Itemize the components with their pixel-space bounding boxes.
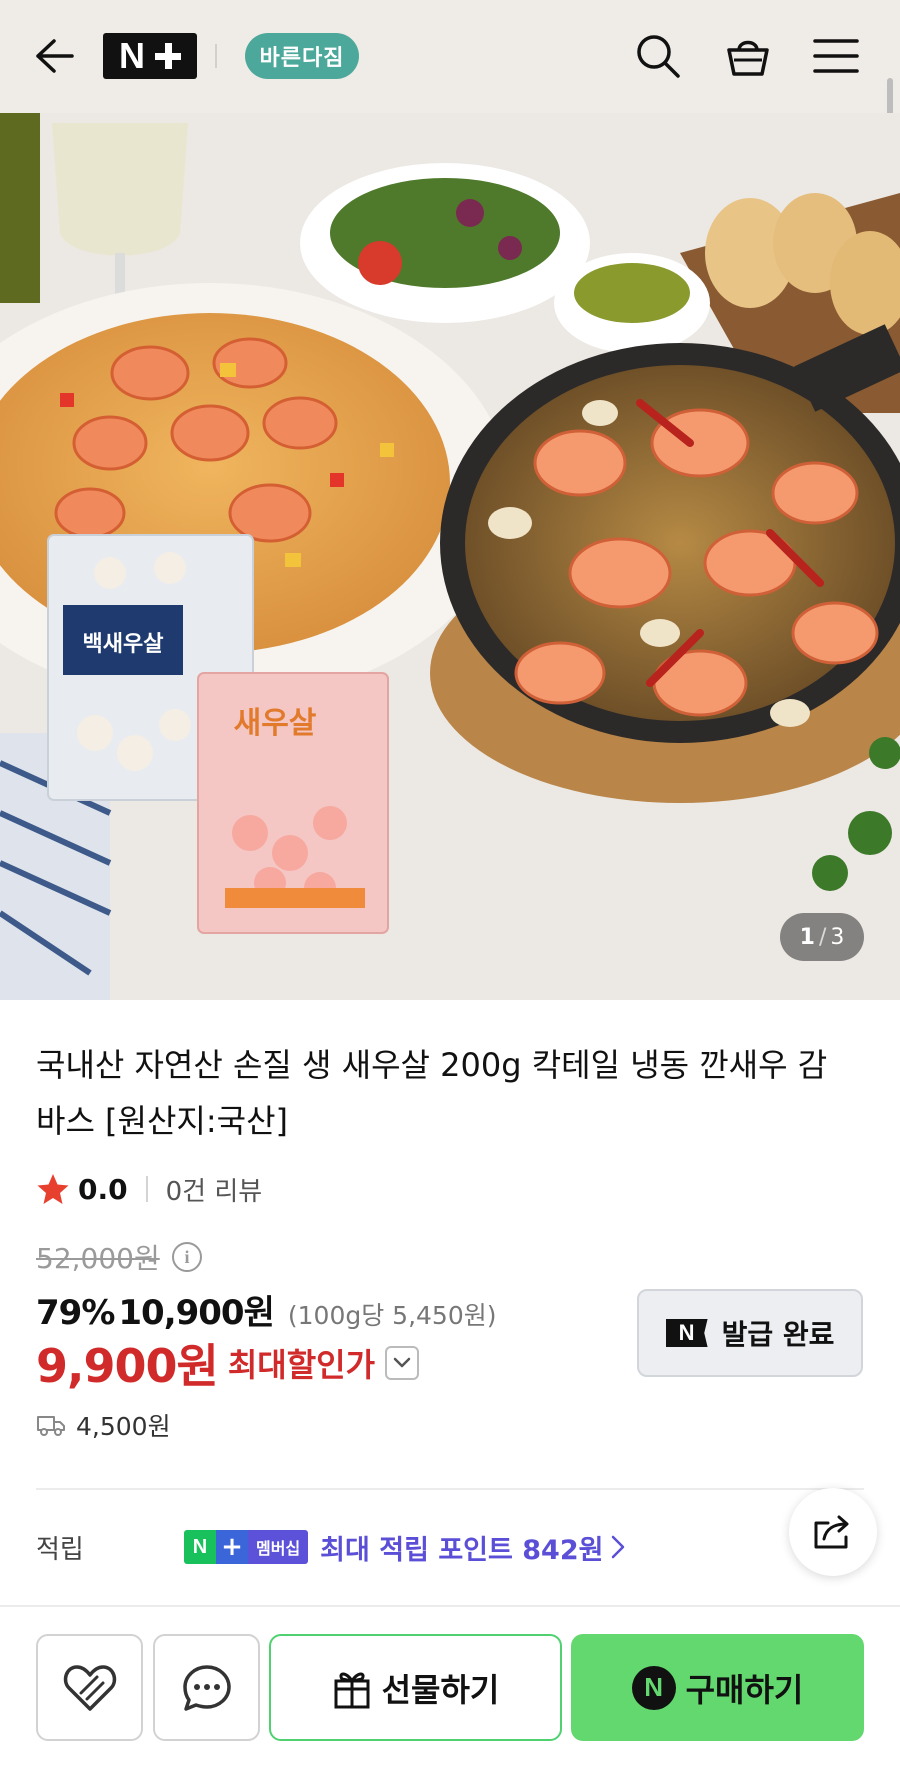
- chevron-down-icon: [393, 1357, 411, 1368]
- search-button[interactable]: [630, 28, 686, 84]
- naver-coupon-icon: N: [665, 1319, 708, 1347]
- search-icon: [637, 35, 680, 78]
- logo-plus: [155, 43, 181, 69]
- naver-plus-logo[interactable]: N: [103, 33, 197, 79]
- original-price: 52,000원: [36, 1242, 160, 1275]
- chat-bubble-icon: [182, 1664, 231, 1711]
- store-name-badge[interactable]: 바른다짐: [245, 33, 359, 79]
- product-image-carousel[interactable]: 백새우살 새우살 1 / 3: [0, 113, 900, 1000]
- unit-price: (100g당 5,450원): [287, 1301, 497, 1330]
- star-icon: [37, 1174, 69, 1204]
- menu-button[interactable]: [808, 28, 864, 84]
- image-counter: 1 / 3: [780, 913, 864, 961]
- max-discount-toggle[interactable]: [385, 1346, 420, 1380]
- delivery-truck-icon: [37, 1416, 65, 1436]
- shipping-row: 4,500원: [36, 1407, 171, 1443]
- top-header: N 바른다짐: [0, 0, 900, 113]
- max-discount-price: 9,900원: [36, 1339, 219, 1393]
- points-row[interactable]: 적립 N + 멤버십 최대 적립 포인트 842원: [36, 1525, 625, 1569]
- gift-button[interactable]: 선물하기: [269, 1634, 562, 1741]
- sale-price-row: 79% 10,900원 (100g당 5,450원): [36, 1285, 497, 1334]
- share-icon: [814, 1515, 849, 1549]
- heart-icon: [63, 1664, 116, 1711]
- max-points-link[interactable]: 최대 적립 포인트 842원: [320, 1528, 603, 1567]
- discount-rate: 79%: [36, 1293, 115, 1333]
- info-icon[interactable]: i: [172, 1242, 202, 1272]
- package-label-shrimp: 새우살: [234, 706, 317, 741]
- coupon-label: 발급 완료: [721, 1318, 835, 1351]
- wishlist-button[interactable]: [36, 1634, 143, 1741]
- review-count-link[interactable]: 0건 리뷰: [166, 1171, 263, 1208]
- section-divider: [36, 1488, 864, 1490]
- sale-price: 10,900원: [118, 1293, 274, 1333]
- membership-badge-n: N: [184, 1530, 216, 1564]
- rating-row[interactable]: 0.0 0건 리뷰: [36, 1169, 262, 1209]
- membership-badge-text: 멤버십: [248, 1530, 309, 1564]
- shopping-basket-icon: [727, 40, 769, 76]
- max-discount-row: 9,900원 최대할인가: [36, 1330, 420, 1396]
- max-discount-label: 최대할인가: [227, 1346, 376, 1384]
- gift-label: 선물하기: [381, 1670, 500, 1709]
- image-counter-total: 3: [830, 924, 845, 950]
- naver-pay-icon: N: [631, 1665, 676, 1710]
- points-label: 적립: [36, 1534, 84, 1565]
- image-counter-separator: /: [818, 924, 827, 950]
- header-divider: [215, 44, 217, 68]
- chat-button[interactable]: [153, 1634, 260, 1741]
- back-button[interactable]: [30, 30, 78, 82]
- logo-n: N: [119, 35, 145, 76]
- buy-button[interactable]: N 구매하기: [571, 1634, 864, 1741]
- membership-badge: N + 멤버십: [184, 1530, 309, 1564]
- product-photo: 백새우살 새우살: [0, 113, 900, 1000]
- share-button[interactable]: [789, 1488, 877, 1576]
- bottom-action-bar: 선물하기 N 구매하기: [0, 1605, 900, 1783]
- image-counter-current: 1: [799, 924, 815, 950]
- package-label-white-shrimp: 백새우살: [83, 632, 164, 657]
- coupon-issued-button[interactable]: N 발급 완료: [637, 1289, 863, 1377]
- rating-divider: [145, 1176, 148, 1202]
- chevron-right-icon: [611, 1535, 625, 1559]
- shipping-fee: 4,500원: [76, 1412, 171, 1441]
- membership-badge-plus: +: [216, 1530, 248, 1564]
- product-title: 국내산 자연산 손질 생 새우살 200g 칵테일 냉동 깐새우 감바스 [원산…: [36, 1046, 828, 1140]
- arrow-left-icon: [36, 39, 74, 73]
- rating-value: 0.0: [78, 1172, 128, 1206]
- cart-button[interactable]: [720, 28, 776, 84]
- buy-label: 구매하기: [685, 1670, 804, 1709]
- gift-box-icon: [334, 1672, 370, 1708]
- hamburger-menu-icon: [813, 39, 859, 73]
